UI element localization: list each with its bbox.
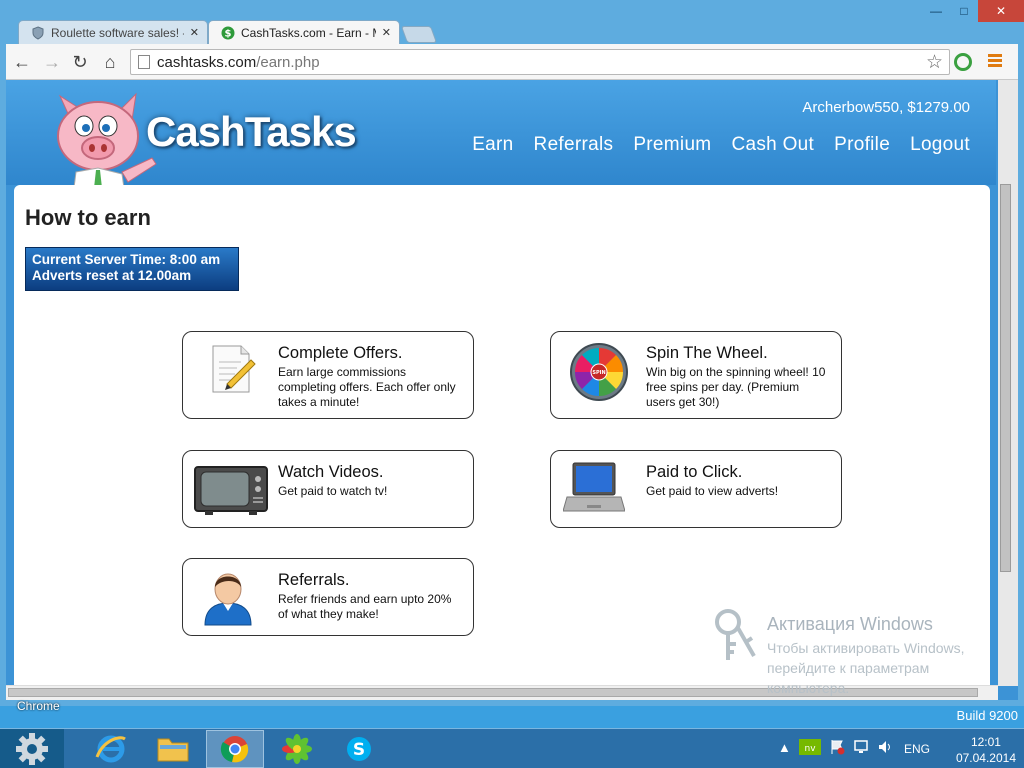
new-tab-button[interactable] xyxy=(400,26,438,43)
card-desc: Get paid to watch tv! xyxy=(278,484,388,498)
site-logo[interactable]: CashTasks xyxy=(146,108,357,156)
chrome-icon xyxy=(220,736,249,763)
card-referrals[interactable]: Referrals. Refer friends and earn upto 2… xyxy=(182,558,474,636)
settings-gear-button[interactable] xyxy=(0,729,64,768)
card-desc: Win big on the spinning wheel! 10 free s… xyxy=(646,365,826,409)
close-window-button[interactable]: ✕ xyxy=(978,0,1024,22)
tab-label: Roulette software sales! - S xyxy=(51,25,184,40)
tab-label: CashTasks.com - Earn - M xyxy=(241,25,376,40)
build-number: Build 9200 xyxy=(956,708,1018,723)
dollar-favicon-icon: $ xyxy=(221,26,235,39)
browser-window: — □ ✕ Roulette software sales! - S ✕ $ C… xyxy=(0,0,1024,706)
tab-roulette[interactable]: Roulette software sales! - S ✕ xyxy=(18,20,208,44)
television-icon xyxy=(194,466,268,515)
home-icon[interactable]: ⌂ xyxy=(100,52,120,72)
nav-earn[interactable]: Earn xyxy=(472,134,513,156)
laptop-icon xyxy=(563,462,625,512)
svg-text:S: S xyxy=(353,740,365,760)
system-tray: ▲ nv xyxy=(778,739,893,755)
document-pencil-icon xyxy=(212,345,256,393)
card-title: Complete Offers. xyxy=(278,344,403,362)
tab-strip: Roulette software sales! - S ✕ $ CashTas… xyxy=(8,20,608,44)
internet-explorer-icon xyxy=(95,735,126,763)
spin-wheel-icon: SPIN xyxy=(570,343,628,401)
card-desc: Get paid to view adverts! xyxy=(646,484,779,498)
nav-logout[interactable]: Logout xyxy=(910,134,970,156)
activation-title: Активация Windows xyxy=(767,614,933,634)
chrome-taskbar-button[interactable] xyxy=(206,730,264,768)
site-header: CashTasks Archerbow550, $1279.00 Earn Re… xyxy=(6,80,996,188)
internet-explorer-button[interactable] xyxy=(82,730,140,768)
main-nav: Earn Referrals Premium Cash Out Profile … xyxy=(472,134,970,156)
icq-flower-icon xyxy=(282,734,312,764)
svg-text:nv: nv xyxy=(804,744,816,754)
page-viewport: CashTasks Archerbow550, $1279.00 Earn Re… xyxy=(6,80,1018,700)
chrome-desktop-label: Chrome xyxy=(17,699,60,713)
maximize-button[interactable]: □ xyxy=(950,0,978,22)
browser-toolbar: ← → ↻ ⌂ cashtasks.com/earn.php ☆ xyxy=(6,44,1018,80)
clock-time: 12:01 xyxy=(970,735,1001,749)
user-balance: Archerbow550, $1279.00 xyxy=(802,99,970,116)
key-icon xyxy=(715,609,756,660)
chevron-up-icon[interactable]: ▲ xyxy=(778,740,791,755)
forward-arrow-icon[interactable]: → xyxy=(42,52,62,72)
minimize-button[interactable]: — xyxy=(922,0,950,22)
nav-cash-out[interactable]: Cash Out xyxy=(731,134,814,156)
window-controls: — □ ✕ xyxy=(922,0,1024,22)
wheel-spin-label: SPIN xyxy=(592,370,605,376)
card-desc: Earn large commissions completing offers… xyxy=(278,365,456,409)
shield-icon xyxy=(32,25,44,40)
reset-note: Adverts reset at 12.00am xyxy=(32,268,192,283)
taskbar: S ▲ nv ENG 12:01 07.04.2014 xyxy=(0,728,1024,768)
skype-button[interactable]: S xyxy=(330,730,388,768)
nav-profile[interactable]: Profile xyxy=(834,134,890,156)
card-watch-videos[interactable]: Watch Videos. Get paid to watch tv! xyxy=(182,450,474,528)
network-icon[interactable] xyxy=(853,739,869,755)
nav-premium[interactable]: Premium xyxy=(633,134,711,156)
chrome-menu-icon[interactable] xyxy=(988,54,1002,68)
tab-close-icon[interactable]: ✕ xyxy=(190,26,199,39)
skype-icon: S xyxy=(347,737,371,761)
activation-text: Чтобы активировать Windows, перейдите к … xyxy=(767,640,965,696)
card-desc: Refer friends and earn upto 20% of what … xyxy=(278,592,452,621)
gear-icon xyxy=(16,733,48,765)
flag-alert-icon[interactable] xyxy=(829,739,845,755)
scroll-thumb[interactable] xyxy=(1000,184,1011,572)
nav-referrals[interactable]: Referrals xyxy=(534,134,614,156)
pig-mascot-icon xyxy=(57,92,157,188)
language-indicator[interactable]: ENG xyxy=(904,742,930,756)
card-title: Spin The Wheel. xyxy=(646,344,768,362)
address-bar[interactable]: cashtasks.com/earn.php ☆ xyxy=(130,49,950,75)
server-time-box: Current Server Time: 8:00 am Adverts res… xyxy=(25,247,239,291)
icq-button[interactable] xyxy=(268,730,326,768)
back-arrow-icon[interactable]: ← xyxy=(12,52,32,72)
url-text[interactable]: cashtasks.com/earn.php xyxy=(157,54,320,71)
card-paid-to-click[interactable]: Paid to Click. Get paid to view adverts! xyxy=(550,450,842,528)
page-icon xyxy=(138,55,150,69)
content-panel: How to earn Current Server Time: 8:00 am… xyxy=(14,185,990,685)
folder-icon xyxy=(157,738,189,762)
file-explorer-button[interactable] xyxy=(144,730,202,768)
tab-close-icon[interactable]: ✕ xyxy=(382,26,391,39)
card-complete-offers[interactable]: Complete Offers. Earn large commissions … xyxy=(182,331,474,419)
clock[interactable]: 12:01 07.04.2014 xyxy=(956,734,1016,766)
vertical-scrollbar[interactable] xyxy=(998,80,1018,686)
nvidia-icon[interactable]: nv xyxy=(798,739,821,755)
page-title: How to earn xyxy=(25,205,151,230)
svg-text:$: $ xyxy=(225,28,232,39)
card-spin-wheel[interactable]: SPIN Spin The Wheel. Win big on the spin… xyxy=(550,331,842,419)
volume-icon[interactable] xyxy=(877,739,893,755)
card-title: Referrals. xyxy=(278,571,350,589)
clock-date: 07.04.2014 xyxy=(955,751,1016,765)
card-title: Paid to Click. xyxy=(646,463,743,481)
extension-icon[interactable] xyxy=(954,53,972,71)
bookmark-star-icon[interactable]: ☆ xyxy=(926,51,943,74)
reload-icon[interactable]: ↻ xyxy=(70,52,90,72)
card-title: Watch Videos. xyxy=(278,463,384,481)
tab-cashtasks[interactable]: $ CashTasks.com - Earn - M ✕ xyxy=(208,20,400,44)
server-time: Current Server Time: 8:00 am xyxy=(32,252,221,267)
person-icon xyxy=(204,573,252,626)
